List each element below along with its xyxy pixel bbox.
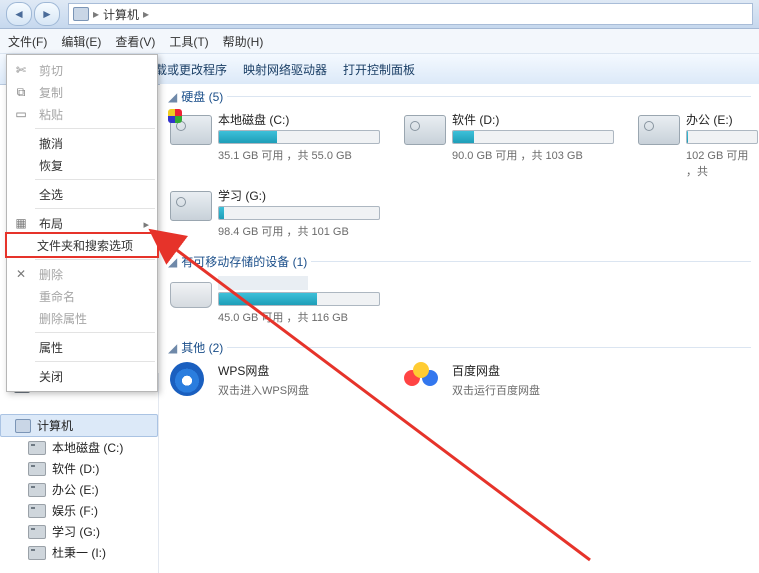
drive-icon bbox=[28, 483, 46, 497]
windows-badge-icon bbox=[168, 109, 182, 123]
menu-tools[interactable]: 工具(T) bbox=[169, 33, 208, 50]
menu-item-folder-options[interactable]: 文件夹和搜索选项 bbox=[5, 232, 159, 258]
cut-icon: ✄ bbox=[13, 63, 29, 77]
paste-icon: ▭ bbox=[13, 107, 29, 121]
menu-item-copy[interactable]: ⧉复制 bbox=[7, 81, 157, 103]
usage-bar bbox=[452, 130, 614, 144]
wps-icon bbox=[170, 362, 204, 396]
drive-icon bbox=[170, 191, 212, 221]
copy-icon: ⧉ bbox=[13, 85, 29, 100]
baidu-icon bbox=[404, 362, 438, 396]
menu-item-redo[interactable]: 恢复 bbox=[7, 154, 157, 176]
group-header-other[interactable]: ◢ 其他 (2) bbox=[160, 335, 759, 360]
menu-file[interactable]: 文件(F) bbox=[8, 33, 47, 50]
computer-icon bbox=[15, 419, 31, 433]
chevron-right-icon: ▸ bbox=[143, 7, 149, 21]
back-button[interactable]: ◄ bbox=[6, 2, 32, 26]
menu-item-properties[interactable]: 属性 bbox=[7, 336, 157, 358]
usage-bar bbox=[218, 292, 380, 306]
usage-bar bbox=[218, 130, 380, 144]
drive-tile-e[interactable]: 办公 (E:)102 GB 可用 ，共 bbox=[638, 111, 748, 179]
breadcrumb[interactable]: 计算机 bbox=[103, 6, 139, 23]
window-titlebar: ◄ ► ▸ 计算机 ▸ bbox=[0, 0, 759, 29]
content-area: ◢ 硬盘 (5) 本地磁盘 (C:)35.1 GB 可用 ，共 55.0 GB … bbox=[160, 84, 759, 573]
usage-bar bbox=[218, 206, 380, 220]
collapse-icon: ◢ bbox=[168, 255, 177, 269]
menu-item-close[interactable]: 关闭 bbox=[7, 365, 157, 387]
chevron-right-icon: ▸ bbox=[143, 218, 149, 231]
collapse-icon: ◢ bbox=[168, 90, 177, 104]
menu-item-remove-properties[interactable]: 删除属性 bbox=[7, 307, 157, 329]
usage-bar bbox=[686, 130, 758, 144]
drive-tile-c[interactable]: 本地磁盘 (C:)35.1 GB 可用 ，共 55.0 GB bbox=[170, 111, 380, 179]
drive-icon bbox=[28, 462, 46, 476]
address-bar[interactable]: ▸ 计算机 ▸ bbox=[68, 3, 753, 25]
tree-drive-c[interactable]: 本地磁盘 (C:) bbox=[0, 437, 158, 458]
group-header-hdd[interactable]: ◢ 硬盘 (5) bbox=[160, 84, 759, 109]
drive-tile-d[interactable]: 软件 (D:)90.0 GB 可用 ，共 103 GB bbox=[404, 111, 614, 179]
removable-drive-icon bbox=[170, 282, 212, 308]
chevron-right-icon: ▸ bbox=[93, 7, 99, 21]
app-tile-baidu[interactable]: 百度网盘双击运行百度网盘 bbox=[404, 362, 614, 398]
drive-icon bbox=[638, 115, 680, 145]
menu-item-cut[interactable]: ✄剪切 bbox=[7, 59, 157, 81]
menu-item-paste[interactable]: ▭粘贴 bbox=[7, 103, 157, 125]
menu-item-select-all[interactable]: 全选 bbox=[7, 183, 157, 205]
toolbar-control-panel[interactable]: 打开控制面板 bbox=[343, 61, 415, 78]
forward-button[interactable]: ► bbox=[34, 2, 60, 26]
tree-computer[interactable]: 计算机 bbox=[0, 414, 158, 437]
organize-menu: ✄剪切 ⧉复制 ▭粘贴 撤消 恢复 全选 ▦布局▸ 文件夹和搜索选项 ✕删除 重… bbox=[6, 54, 158, 392]
computer-icon bbox=[73, 7, 89, 21]
drive-icon bbox=[404, 115, 446, 145]
tree-drive-i[interactable]: 杜秉一 (I:) bbox=[0, 542, 158, 563]
navigation-pane: 家庭组 计算机 本地磁盘 (C:) 软件 (D:) 办公 (E:) 娱乐 (F:… bbox=[0, 373, 159, 573]
redacted-label bbox=[218, 276, 308, 290]
menu-item-undo[interactable]: 撤消 bbox=[7, 132, 157, 154]
menu-edit[interactable]: 编辑(E) bbox=[61, 33, 101, 50]
menu-item-delete[interactable]: ✕删除 bbox=[7, 263, 157, 285]
group-header-removable[interactable]: ◢ 有可移动存储的设备 (1) bbox=[160, 249, 759, 274]
menu-bar: 文件(F) 编辑(E) 查看(V) 工具(T) 帮助(H) bbox=[0, 29, 759, 54]
layout-icon: ▦ bbox=[13, 216, 29, 230]
app-tile-wps[interactable]: WPS网盘双击进入WPS网盘 bbox=[170, 362, 380, 398]
drive-icon bbox=[28, 504, 46, 518]
tree-drive-g[interactable]: 学习 (G:) bbox=[0, 521, 158, 542]
drive-tile-g[interactable]: 学习 (G:)98.4 GB 可用 ，共 101 GB bbox=[170, 187, 380, 239]
delete-icon: ✕ bbox=[13, 267, 29, 281]
tree-drive-d[interactable]: 软件 (D:) bbox=[0, 458, 158, 479]
menu-help[interactable]: 帮助(H) bbox=[223, 33, 264, 50]
menu-item-rename[interactable]: 重命名 bbox=[7, 285, 157, 307]
drive-icon bbox=[28, 441, 46, 455]
toolbar-map-drive[interactable]: 映射网络驱动器 bbox=[243, 61, 327, 78]
tree-drive-f[interactable]: 娱乐 (F:) bbox=[0, 500, 158, 521]
collapse-icon: ◢ bbox=[168, 341, 177, 355]
drive-icon bbox=[28, 525, 46, 539]
drive-icon bbox=[28, 546, 46, 560]
removable-tile[interactable]: 45.0 GB 可用 ，共 116 GB bbox=[170, 276, 380, 325]
menu-view[interactable]: 查看(V) bbox=[115, 33, 155, 50]
menu-item-layout[interactable]: ▦布局▸ bbox=[7, 212, 157, 234]
tree-drive-e[interactable]: 办公 (E:) bbox=[0, 479, 158, 500]
